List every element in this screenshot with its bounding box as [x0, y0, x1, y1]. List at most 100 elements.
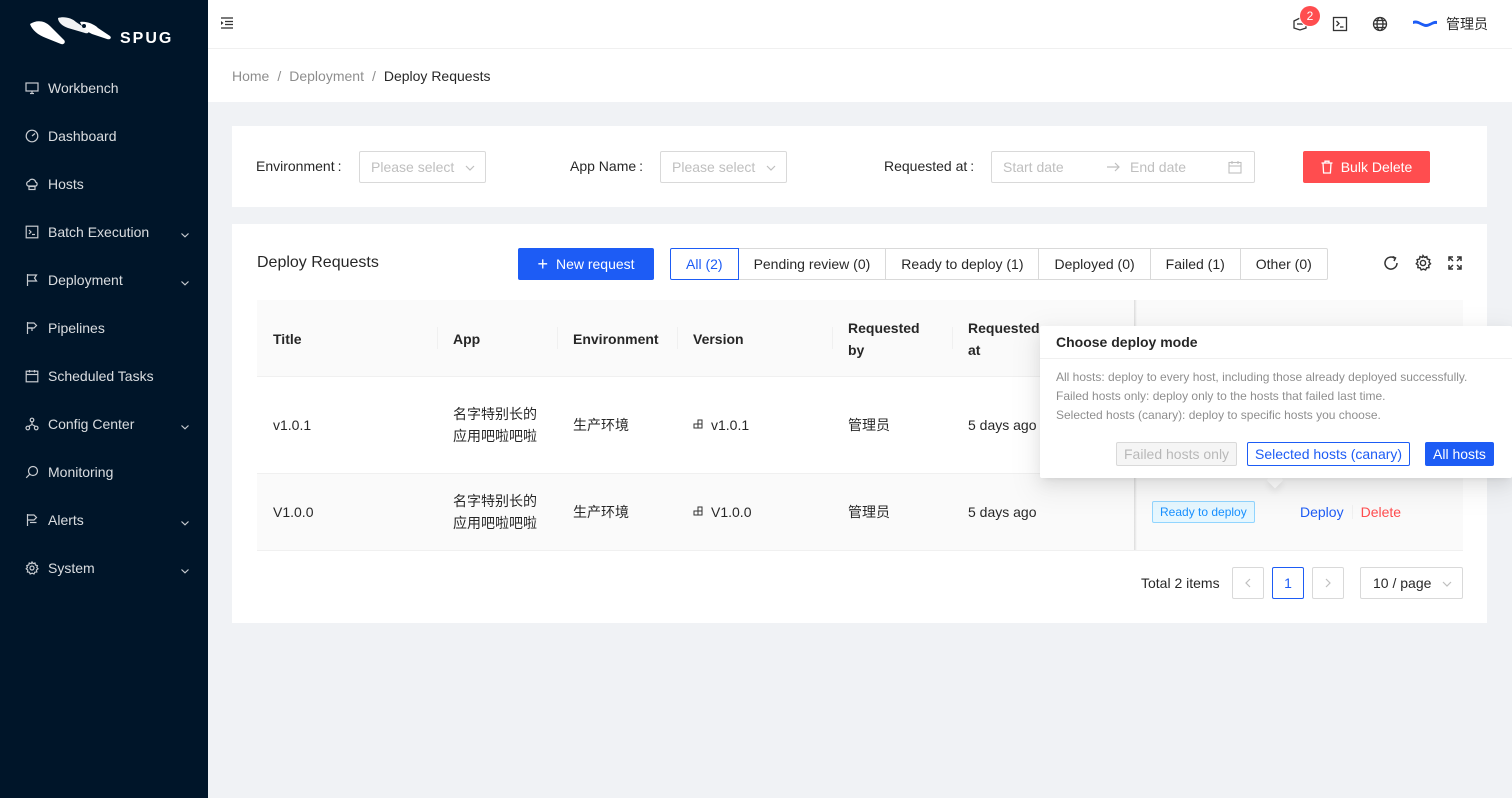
spug-logo-icon: SPUG	[30, 17, 173, 47]
sidebar-item-hosts[interactable]: Hosts	[0, 160, 208, 208]
tab-ready-to-deploy[interactable]: Ready to deploy (1)	[885, 248, 1040, 280]
all-hosts-button[interactable]: All hosts	[1425, 442, 1494, 466]
chevron-down-icon	[1442, 581, 1452, 587]
sidebar-item-alerts[interactable]: Alerts	[0, 496, 208, 544]
tab-other[interactable]: Other (0)	[1239, 248, 1328, 280]
next-page-button[interactable]	[1312, 567, 1344, 599]
popover-divider	[1040, 358, 1512, 359]
pipeline-icon	[24, 320, 40, 336]
popover-desc-failed: Failed hosts only: deploy only to the ho…	[1056, 389, 1386, 403]
pagination: 1 10 / page	[1232, 567, 1463, 599]
breadcrumb-home[interactable]: Home	[232, 68, 269, 84]
breadcrumb-deployment[interactable]: Deployment	[289, 68, 364, 84]
tab-failed[interactable]: Failed (1)	[1149, 248, 1241, 280]
global-icon	[1372, 16, 1388, 32]
environment-select[interactable]: Please select	[359, 151, 486, 183]
selected-hosts-button[interactable]: Selected hosts (canary)	[1247, 442, 1411, 466]
calendar-icon	[1228, 161, 1242, 174]
start-date-input[interactable]: Start date	[1003, 159, 1064, 175]
environment-placeholder: Please select	[371, 159, 455, 175]
row-actions: Deploy Delete	[1284, 474, 1401, 550]
row-requested-at: 5 days ago	[968, 504, 1037, 520]
sidebar-item-label: Dashboard	[48, 128, 117, 144]
top-header: 2 管理员	[208, 0, 1512, 49]
delete-icon	[1321, 160, 1333, 174]
row-status: Ready to deploy	[1136, 474, 1255, 550]
sidebar-item-config-center[interactable]: Config Center	[0, 400, 208, 448]
sidebar-item-pipelines[interactable]: Pipelines	[0, 304, 208, 352]
sidebar-item-deployment[interactable]: Deployment	[0, 256, 208, 304]
app-name-placeholder: Please select	[672, 159, 756, 175]
setting-icon[interactable]	[1414, 254, 1432, 272]
row-environment: 生产环境	[573, 504, 629, 520]
table-row[interactable]: V1.0.0 名字特别长的 应用吧啦吧啦 生产环境 V1.0.0 管理员 5 da…	[257, 474, 1463, 551]
row-requested-by: 管理员	[848, 417, 890, 433]
page-size-select[interactable]: 10 / page	[1360, 567, 1463, 599]
spug-logo[interactable]: SPUG	[0, 0, 208, 64]
logo-text: SPUG	[120, 30, 173, 47]
prev-page-button[interactable]	[1232, 567, 1264, 599]
environment-label: Environment:	[256, 158, 342, 174]
column-version: Version	[693, 330, 744, 347]
sidebar-item-workbench[interactable]: Workbench	[0, 64, 208, 112]
app-name-select[interactable]: Please select	[660, 151, 787, 183]
chevron-left-icon	[1245, 578, 1251, 588]
bulk-delete-button[interactable]: Bulk Delete	[1303, 151, 1430, 183]
column-environment: Environment	[573, 330, 659, 347]
chevron-right-icon	[1325, 578, 1331, 588]
tag-icon	[693, 506, 703, 516]
dashboard-icon	[24, 128, 40, 144]
page-1-button[interactable]: 1	[1272, 567, 1304, 599]
chevron-down-icon	[465, 165, 475, 171]
bulk-delete-label: Bulk Delete	[1340, 159, 1413, 175]
sidebar-item-label: Alerts	[48, 512, 84, 528]
user-menu[interactable]: 管理员	[1412, 14, 1488, 34]
alert-icon	[24, 512, 40, 528]
sidebar-item-label: Deployment	[48, 272, 123, 288]
sidebar-item-label: Batch Execution	[48, 224, 150, 240]
deploy-link[interactable]: Deploy	[1300, 504, 1344, 520]
row-requested-at: 5 days ago	[968, 417, 1037, 433]
new-request-label: New request	[555, 256, 635, 272]
notification-button[interactable]: 2	[1280, 0, 1320, 48]
row-environment: 生产环境	[573, 417, 629, 433]
date-range-picker[interactable]: Start date End date	[991, 151, 1255, 183]
breadcrumb-separator: /	[371, 67, 376, 84]
delete-link[interactable]: Delete	[1361, 504, 1401, 520]
sidebar-item-batch-execution[interactable]: Batch Execution	[0, 208, 208, 256]
fullscreen-icon[interactable]	[1446, 254, 1464, 272]
popover-desc-all: All hosts: deploy to every host, includi…	[1056, 370, 1468, 384]
terminal-icon	[1332, 16, 1348, 32]
sidebar-item-monitoring[interactable]: Monitoring	[0, 448, 208, 496]
end-date-input[interactable]: End date	[1130, 159, 1186, 175]
reload-icon[interactable]	[1382, 254, 1400, 272]
chevron-down-icon	[766, 165, 776, 171]
new-request-button[interactable]: + New request	[518, 248, 654, 280]
sidebar-item-label: System	[48, 560, 95, 576]
cloud-server-icon	[24, 176, 40, 192]
sidebar-item-scheduled-tasks[interactable]: Scheduled Tasks	[0, 352, 208, 400]
column-title: Title	[273, 330, 302, 347]
deploy-mode-popover: Choose deploy mode All hosts: deploy to …	[1040, 326, 1512, 478]
desktop-icon	[24, 80, 40, 96]
deployment-unit-icon	[24, 416, 40, 432]
filter-panel: Environment: Please select App Name: Ple…	[232, 126, 1487, 207]
monitor-icon	[24, 464, 40, 480]
failed-hosts-only-button[interactable]: Failed hosts only	[1116, 442, 1238, 466]
menu-fold-icon[interactable]	[220, 16, 236, 32]
tab-pending-review[interactable]: Pending review (0)	[737, 248, 887, 280]
tab-deployed[interactable]: Deployed (0)	[1038, 248, 1151, 280]
row-title: v1.0.1	[273, 417, 312, 433]
breadcrumb-current: Deploy Requests	[383, 67, 491, 84]
tab-all[interactable]: All (2)	[670, 248, 739, 280]
status-tag: Ready to deploy	[1152, 501, 1255, 523]
column-app: App	[453, 330, 481, 347]
column-requested-by: Requested by	[848, 319, 920, 358]
popover-desc-selected: Selected hosts (canary): deploy to speci…	[1056, 408, 1381, 422]
web-terminal-button[interactable]	[1320, 0, 1360, 48]
sidebar-item-label: Scheduled Tasks	[48, 368, 154, 384]
language-button[interactable]	[1360, 0, 1400, 48]
sidebar-item-system[interactable]: System	[0, 544, 208, 592]
sidebar-item-dashboard[interactable]: Dashboard	[0, 112, 208, 160]
chevron-down-icon	[180, 515, 190, 526]
